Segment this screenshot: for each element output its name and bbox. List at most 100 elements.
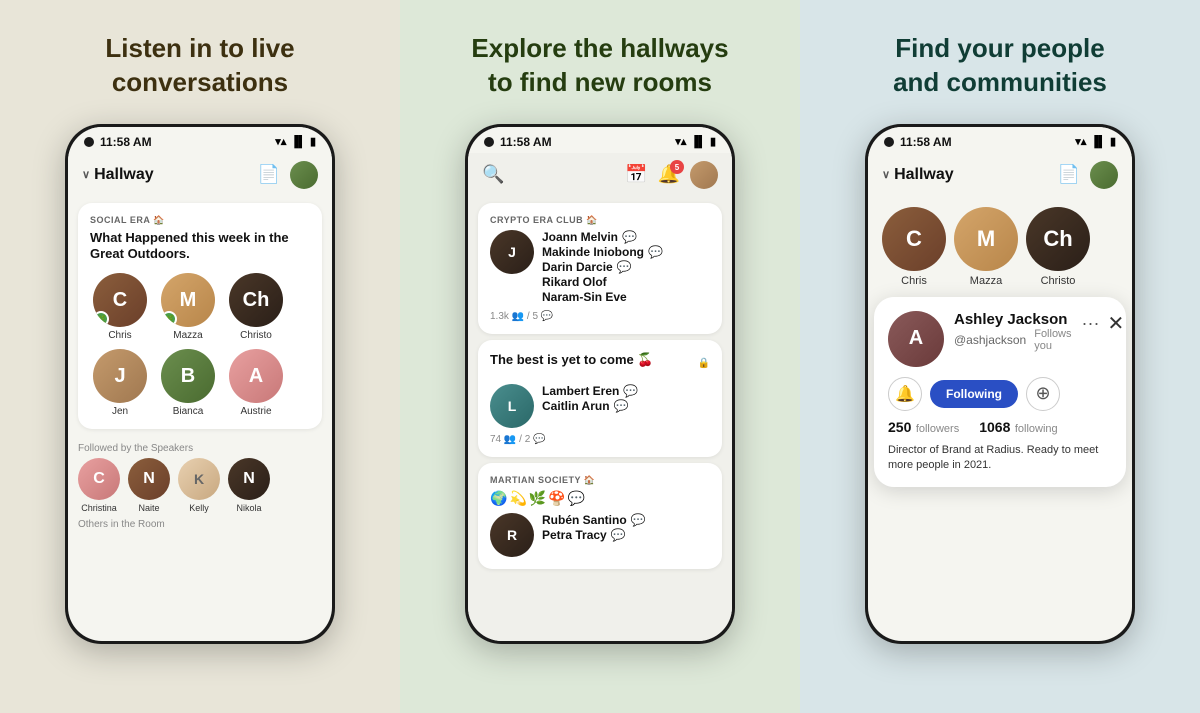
battery-icon-2: ▮ — [710, 135, 716, 148]
crypto-avatar-1: J — [490, 230, 534, 274]
speakers-row-2: J Jen B Bianca A Austrie — [90, 349, 310, 417]
user-avatar-3[interactable] — [1090, 161, 1118, 189]
crypto-speaker-row: J Joann Melvin 💬 Makinde Iniobong 💬 Dari… — [490, 230, 710, 305]
wifi-icon-1: ▾▴ — [275, 135, 286, 148]
speaker-mazza[interactable]: M 🌿 Mazza — [158, 273, 218, 341]
martian-name-2: Petra Tracy 💬 — [542, 528, 710, 542]
face-austrie: A — [229, 349, 283, 403]
popup-buttons: 🔔 Following ⊕ — [888, 377, 1112, 411]
app1-header: ∨ Hallway 📄 — [68, 153, 332, 197]
crypto-name-3: Darin Darcie 💬 — [542, 260, 710, 274]
speaker3-mazza[interactable]: M Mazza — [954, 207, 1018, 287]
followed-label: Followed by the Speakers — [68, 435, 332, 458]
best-title: The best is yet to come 🍒 — [490, 352, 654, 368]
crypto-name-5: Naram-Sin Eve — [542, 290, 710, 304]
notifications-wrapper[interactable]: 🔔 5 — [658, 164, 680, 185]
panel2-title: Explore the hallways to find new rooms — [470, 32, 730, 100]
face-jen: J — [93, 349, 147, 403]
emoji-2: 💫 — [509, 490, 526, 507]
club-label-1: SOCIAL ERA 🏠 — [90, 215, 310, 226]
signal-icon-3: ▐▌ — [1090, 136, 1106, 148]
hallway-nav-3[interactable]: ∨ Hallway — [882, 166, 954, 184]
speaker3-avatar-mazza: M — [954, 207, 1018, 271]
calendar-icon[interactable]: 📅 — [625, 164, 647, 185]
best-name-2: Caitlin Arun 💬 — [542, 399, 710, 413]
panel-find-people: Find your people and communities 11:58 A… — [800, 0, 1200, 713]
speaker-christo[interactable]: Ch Christo — [226, 273, 286, 341]
speaker-name-jen: Jen — [112, 406, 128, 417]
header-icons-3: 📄 — [1058, 161, 1118, 189]
doc-icon-3[interactable]: 📄 — [1058, 164, 1080, 185]
status-icons-3: ▾▴ ▐▌ ▮ — [1075, 135, 1116, 148]
room-card-best[interactable]: The best is yet to come 🍒 🔒 L Lambert Er… — [478, 340, 722, 457]
popup-avatar: A — [888, 311, 944, 367]
close-icon[interactable]: ✕ — [1108, 311, 1125, 336]
header-icons-1: 📄 — [258, 161, 318, 189]
chevron-icon-3: ∨ — [882, 168, 890, 181]
speaker-avatar-mazza: M 🌿 — [161, 273, 215, 327]
speaker-avatar-chris: C 🌿 — [93, 273, 147, 327]
follower-nikola[interactable]: N Nikola — [228, 458, 270, 513]
best-name-1: Lambert Eren 💬 — [542, 384, 710, 398]
follower-naite[interactable]: N Naite — [128, 458, 170, 513]
crypto-club-label: CRYPTO ERA CLUB 🏠 — [490, 215, 710, 226]
emoji-1: 🌍 — [490, 490, 507, 507]
camera-dot-2 — [484, 137, 494, 147]
chevron-icon: ∨ — [82, 168, 90, 181]
camera-dot-1 — [84, 137, 94, 147]
phone-2: 11:58 AM ▾▴ ▐▌ ▮ 🔍 📅 🔔 5 — [465, 124, 735, 644]
best-header: The best is yet to come 🍒 🔒 — [490, 352, 710, 376]
speaker-austrie[interactable]: A Austrie — [226, 349, 286, 417]
martian-name-1: Rubén Santino 💬 — [542, 513, 710, 527]
speaker3-chris[interactable]: C Chris — [882, 207, 946, 287]
room-card-martian[interactable]: MARTIAN SOCIETY 🏠 🌍 💫 🌿 🍄 💬 R Rubén Sant… — [478, 463, 722, 569]
crypto-name-1: Joann Melvin 💬 — [542, 230, 710, 244]
search-icon[interactable]: 🔍 — [482, 164, 504, 185]
room-card-crypto[interactable]: CRYPTO ERA CLUB 🏠 J Joann Melvin 💬 Makin… — [478, 203, 722, 334]
follower-kelly[interactable]: K Kelly — [178, 458, 220, 513]
room-card-1[interactable]: SOCIAL ERA 🏠 What Happened this week in … — [78, 203, 322, 430]
user-avatar-1[interactable] — [290, 161, 318, 189]
bell-button[interactable]: 🔔 — [888, 377, 922, 411]
follower-name-christina: Christina — [81, 503, 117, 513]
follower-christina[interactable]: C Christina — [78, 458, 120, 513]
follower-name-naite: Naite — [138, 503, 159, 513]
doc-icon-1[interactable]: 📄 — [258, 164, 280, 185]
wifi-icon-3: ▾▴ — [1075, 135, 1086, 148]
camera-dot-3 — [884, 137, 894, 147]
martian-speakers: R Rubén Santino 💬 Petra Tracy 💬 — [490, 513, 710, 557]
speaker-bianca[interactable]: B Bianca — [158, 349, 218, 417]
profile-popup[interactable]: A Ashley Jackson @ashjackson Follows you… — [874, 297, 1126, 488]
add-person-button[interactable]: ⊕ — [1026, 377, 1060, 411]
speaker3-avatar-chris: C — [882, 207, 946, 271]
martian-club-label: MARTIAN SOCIETY 🏠 — [490, 475, 710, 486]
user-avatar-2[interactable] — [690, 161, 718, 189]
app2-header-right: 📅 🔔 5 — [625, 161, 718, 189]
hallway-text: Hallway — [94, 166, 154, 184]
speaker-jen[interactable]: J Jen — [90, 349, 150, 417]
speaker3-name-mazza: Mazza — [970, 275, 1002, 287]
popup-handle: @ashjackson — [954, 333, 1026, 347]
following-stat: 1068 following — [979, 419, 1057, 437]
speaker-chris[interactable]: C 🌿 Chris — [90, 273, 150, 341]
status-icons-2: ▾▴ ▐▌ ▮ — [675, 135, 716, 148]
speaker-badge-mazza: 🌿 — [161, 311, 177, 327]
follower-avatar-kelly: K — [178, 458, 220, 500]
popup-bio: Director of Brand at Radius. Ready to me… — [888, 443, 1112, 474]
best-stats-text: 74 👥 / 2 💬 — [490, 434, 545, 445]
speaker-name-austrie: Austrie — [240, 406, 271, 417]
app2-scroll[interactable]: CRYPTO ERA CLUB 🏠 J Joann Melvin 💬 Makin… — [468, 197, 732, 641]
room-title-1: What Happened this week in the Great Out… — [90, 230, 310, 264]
following-button[interactable]: Following — [930, 380, 1018, 408]
martian-emojis: 🌍 💫 🌿 🍄 💬 — [490, 490, 710, 507]
speaker3-christo[interactable]: Ch Christo — [1026, 207, 1090, 287]
followers-row: C Christina N Naite K Kelly N Nikola — [68, 458, 332, 513]
following-label: following — [1015, 423, 1058, 435]
notifications-badge: 5 — [670, 160, 684, 174]
martian-info: Rubén Santino 💬 Petra Tracy 💬 — [542, 513, 710, 557]
speaker-badge-chris: 🌿 — [93, 311, 109, 327]
hallway-nav[interactable]: ∨ Hallway — [82, 166, 154, 184]
best-info: Lambert Eren 💬 Caitlin Arun 💬 — [542, 384, 710, 428]
more-options-icon[interactable]: ··· — [1082, 313, 1100, 334]
phone-3: 11:58 AM ▾▴ ▐▌ ▮ ∨ Hallway 📄 — [865, 124, 1135, 644]
